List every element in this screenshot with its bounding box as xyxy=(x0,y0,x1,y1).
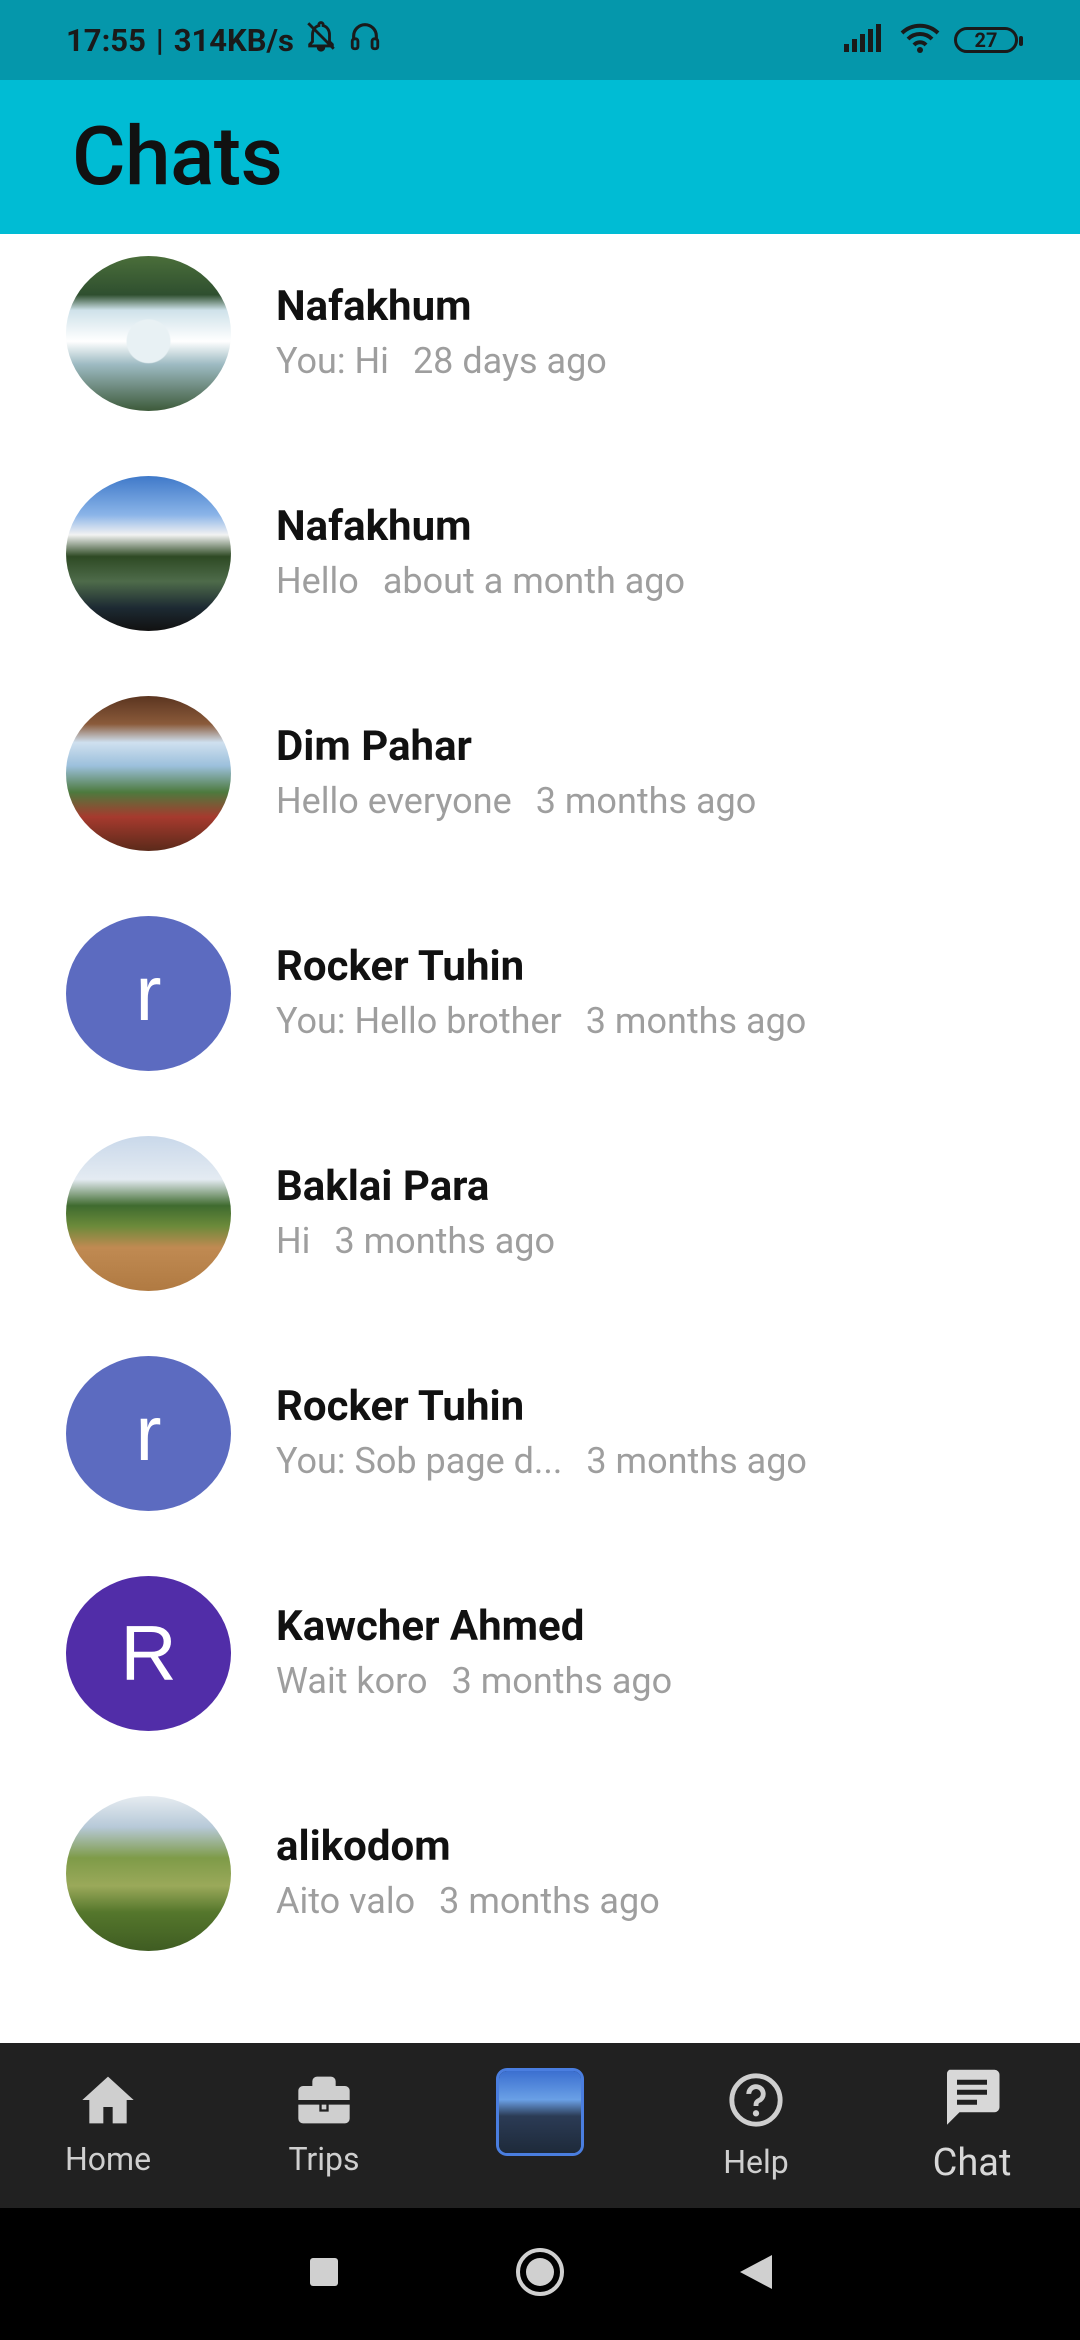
nav-trips-label: Trips xyxy=(288,2139,360,2178)
chat-preview: You: Hi 28 days ago xyxy=(276,340,607,382)
system-nav-bar xyxy=(0,2208,1080,2340)
chat-time: 3 months ago xyxy=(585,1000,807,1042)
page-title: Chats xyxy=(72,109,283,205)
chat-message: Wait koro xyxy=(276,1660,428,1702)
circle-icon xyxy=(514,2246,566,2302)
avatar-letter: r xyxy=(135,1389,162,1477)
chat-item[interactable]: Nafakhum You: Hi 28 days ago xyxy=(0,234,1080,454)
chat-name: Rocker Tuhin xyxy=(276,942,525,991)
chat-preview: Hello everyone 3 months ago xyxy=(276,780,756,822)
chat-message: You: Hello brother xyxy=(276,1000,562,1042)
chat-preview: Hi 3 months ago xyxy=(276,1220,555,1262)
status-bar-left: 17:55 | 314KB/s xyxy=(66,19,382,61)
status-bar: 17:55 | 314KB/s 27 xyxy=(0,0,1080,80)
avatar: r xyxy=(66,1356,231,1511)
avatar xyxy=(66,1796,231,1951)
battery-level: 27 xyxy=(974,28,998,52)
avatar xyxy=(66,696,231,851)
avatar: R xyxy=(66,1576,231,1731)
chat-icon xyxy=(942,2067,1002,2135)
chat-time: 3 months ago xyxy=(535,780,757,822)
avatar: r xyxy=(66,916,231,1071)
chat-preview: You: Sob page d... 3 months ago xyxy=(276,1440,807,1482)
avatar xyxy=(66,476,231,631)
status-separator: | xyxy=(155,21,164,59)
signal-icon xyxy=(844,24,886,56)
recents-button[interactable] xyxy=(216,2256,432,2292)
chat-item[interactable]: r Rocker Tuhin You: Sob page d... 3 month… xyxy=(0,1334,1080,1554)
chat-name: Dim Pahar xyxy=(276,722,472,771)
chat-message: Hello xyxy=(276,560,359,602)
chat-message: You: Hi xyxy=(276,340,389,382)
nav-profile[interactable] xyxy=(432,2043,648,2208)
avatar xyxy=(66,1136,231,1291)
headset-icon xyxy=(348,19,382,61)
avatar xyxy=(66,256,231,411)
briefcase-icon xyxy=(296,2074,352,2134)
chat-preview: Hello about a month ago xyxy=(276,560,685,602)
profile-photo xyxy=(499,2070,581,2153)
chat-time: 28 days ago xyxy=(412,340,607,382)
chat-message: Hi xyxy=(276,1220,311,1262)
nav-help[interactable]: Help xyxy=(648,2043,864,2208)
nav-chat[interactable]: Chat xyxy=(864,2043,1080,2208)
home-icon xyxy=(80,2074,136,2134)
square-icon xyxy=(308,2256,340,2292)
bottom-nav: Home Trips Help Chat xyxy=(0,2043,1080,2208)
chat-name: alikodom xyxy=(276,1822,451,1871)
chat-message: Aito valo xyxy=(276,1880,416,1922)
nav-home-label: Home xyxy=(64,2139,152,2178)
chat-time: 3 months ago xyxy=(334,1220,556,1262)
chat-name: Baklai Para xyxy=(276,1162,490,1211)
chat-item[interactable]: Baklai Para Hi 3 months ago xyxy=(0,1114,1080,1334)
chat-item[interactable]: R Kawcher Ahmed Wait koro 3 months ago xyxy=(0,1554,1080,1774)
chat-item[interactable]: Dim Pahar Hello everyone 3 months ago xyxy=(0,674,1080,894)
help-icon xyxy=(727,2071,785,2137)
chat-time: 3 months ago xyxy=(586,1440,807,1482)
chat-item[interactable]: r Rocker Tuhin You: Hello brother 3 month… xyxy=(0,894,1080,1114)
nav-help-label: Help xyxy=(723,2142,789,2181)
chat-time: 3 months ago xyxy=(439,1880,660,1922)
chat-item[interactable]: Nafakhum Hello about a month ago xyxy=(0,454,1080,674)
chat-preview: Wait koro 3 months ago xyxy=(276,1660,672,1702)
avatar-letter: R xyxy=(120,1609,177,1697)
nav-chat-label: Chat xyxy=(932,2140,1012,2185)
chat-name: Rocker Tuhin xyxy=(276,1382,525,1431)
back-button[interactable] xyxy=(648,2253,864,2295)
wifi-icon xyxy=(900,23,940,57)
bell-off-icon xyxy=(304,19,338,61)
chat-name: Nafakhum xyxy=(276,502,472,551)
status-time: 17:55 xyxy=(66,21,146,59)
nav-trips[interactable]: Trips xyxy=(216,2043,432,2208)
nav-home[interactable]: Home xyxy=(0,2043,216,2208)
chat-time: 3 months ago xyxy=(451,1660,673,1702)
chat-name: Nafakhum xyxy=(276,282,472,331)
home-button[interactable] xyxy=(432,2246,648,2302)
chat-name: Kawcher Ahmed xyxy=(276,1602,585,1651)
app-bar: Chats xyxy=(0,80,1080,234)
back-triangle-icon xyxy=(738,2253,774,2295)
chat-message: Hello everyone xyxy=(276,780,512,822)
avatar-letter: r xyxy=(135,949,162,1037)
chat-time: about a month ago xyxy=(382,560,686,602)
chat-preview: Aito valo 3 months ago xyxy=(276,1880,660,1922)
status-bar-right: 27 xyxy=(844,23,1023,57)
status-speed: 314KB/s xyxy=(173,21,294,59)
chat-preview: You: Hello brother 3 months ago xyxy=(276,1000,806,1042)
chat-message: You: Sob page d... xyxy=(276,1440,563,1482)
battery-icon: 27 xyxy=(954,27,1023,53)
chat-item[interactable]: alikodom Aito valo 3 months ago xyxy=(0,1774,1080,1994)
